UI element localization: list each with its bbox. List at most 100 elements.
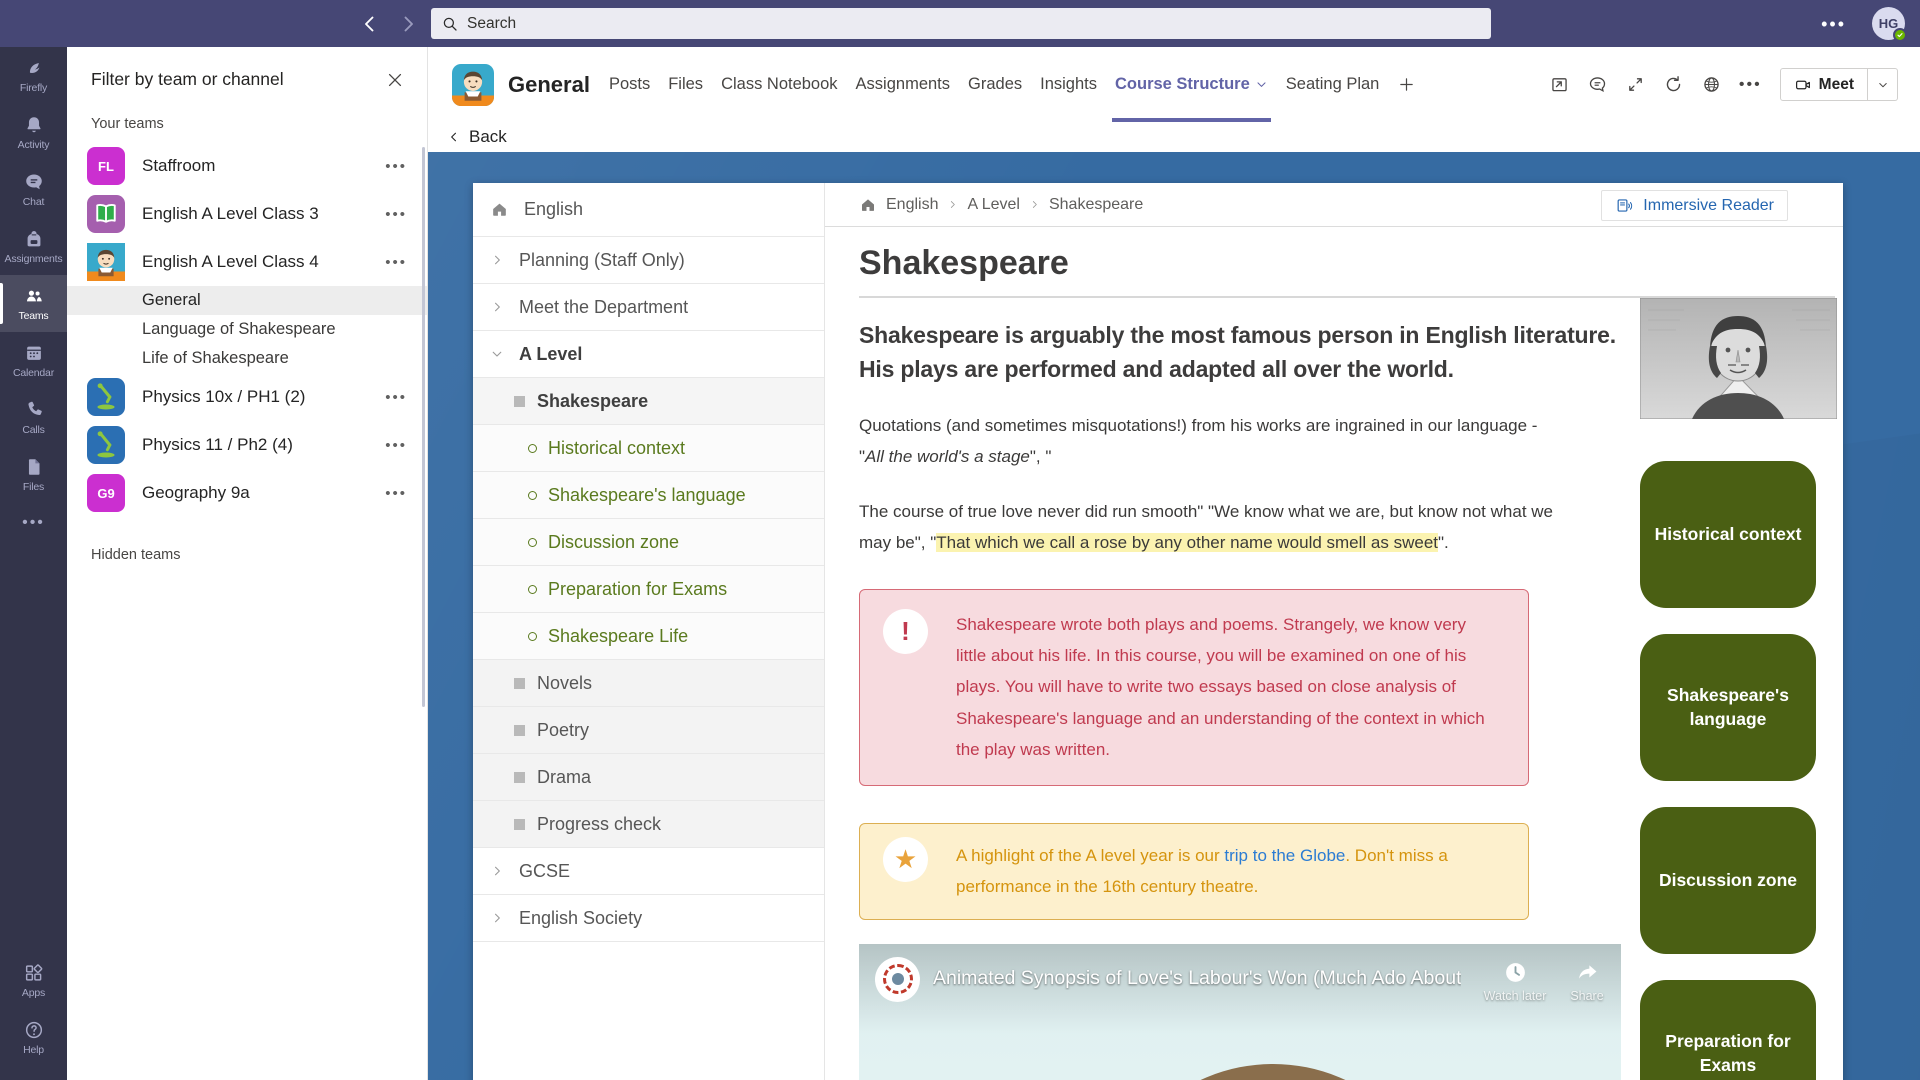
tile-shakespeares-language[interactable]: Shakespeare's language [1640, 634, 1816, 781]
team-row-physics-10x[interactable]: Physics 10x / PH1 (2) ••• [67, 373, 427, 421]
circle-bullet-icon [528, 585, 537, 594]
share-button[interactable]: Share [1547, 960, 1621, 1003]
fullscreen-icon[interactable] [1619, 68, 1653, 102]
meet-button[interactable]: Meet [1780, 68, 1868, 101]
tab-insights[interactable]: Insights [1031, 47, 1106, 122]
chevron-right-icon [490, 864, 504, 878]
globe-trip-note-box: ★ A highlight of the A level year is our… [859, 823, 1529, 920]
conversation-icon[interactable] [1581, 68, 1615, 102]
nav-planning[interactable]: Planning (Staff Only) [473, 237, 824, 284]
sidebar-scrollbar[interactable] [422, 147, 425, 707]
square-bullet-icon [514, 772, 525, 783]
nav-poetry[interactable]: Poetry [473, 707, 824, 754]
tab-grades[interactable]: Grades [959, 47, 1031, 122]
rail-item-calls[interactable]: Calls [0, 389, 67, 446]
team-more-icon[interactable]: ••• [381, 254, 411, 271]
nav-meet-the-department[interactable]: Meet the Department [473, 284, 824, 331]
immersive-reader-button[interactable]: Immersive Reader [1601, 190, 1788, 221]
youtube-video-embed[interactable]: Animated Synopsis of Love's Labour's Won… [859, 944, 1621, 1080]
video-title[interactable]: Animated Synopsis of Love's Labour's Won… [933, 967, 1461, 990]
open-in-window-icon[interactable] [1543, 68, 1577, 102]
team-avatar [87, 243, 125, 281]
breadcrumb-english[interactable]: English [886, 196, 938, 214]
nav-historical-context[interactable]: Historical context [473, 425, 824, 472]
nav-preparation-for-exams[interactable]: Preparation for Exams [473, 566, 824, 613]
sidebar-title: Filter by team or channel [91, 69, 284, 90]
refresh-icon[interactable] [1657, 68, 1691, 102]
add-tab-button[interactable] [1388, 47, 1425, 122]
team-more-icon[interactable]: ••• [381, 158, 411, 175]
meet-options-chevron[interactable] [1868, 68, 1898, 101]
tab-assignments[interactable]: Assignments [847, 47, 959, 122]
team-row-staffroom[interactable]: FL Staffroom ••• [67, 142, 427, 190]
rail-item-help[interactable]: Help [0, 1009, 67, 1066]
tile-historical-context[interactable]: Historical context [1640, 461, 1816, 608]
chevron-down-icon [490, 347, 504, 361]
watch-later-button[interactable]: Watch later [1475, 960, 1555, 1003]
rail-item-chat[interactable]: Chat [0, 161, 67, 218]
rail-item-firefly[interactable]: Firefly [0, 47, 67, 104]
nav-drama[interactable]: Drama [473, 754, 824, 801]
breadcrumb-shakespeare[interactable]: Shakespeare [1049, 196, 1143, 214]
team-row-physics-11[interactable]: Physics 11 / Ph2 (4) ••• [67, 421, 427, 469]
exclamation-icon: ! [883, 609, 928, 654]
tab-posts[interactable]: Posts [600, 47, 659, 122]
channel-row-language-of-shakespeare[interactable]: Language of Shakespeare [67, 315, 427, 344]
rail-item-calendar[interactable]: Calendar [0, 332, 67, 389]
home-icon[interactable] [859, 196, 877, 214]
tab-more-icon[interactable]: ••• [1733, 76, 1768, 94]
nav-shakespeares-language[interactable]: Shakespeare's language [473, 472, 824, 519]
channel-row-general[interactable]: General [67, 286, 427, 315]
team-row-english-3[interactable]: English A Level Class 3 ••• [67, 190, 427, 238]
hidden-teams-label[interactable]: Hidden teams [67, 547, 427, 563]
nav-a-level[interactable]: A Level [473, 331, 824, 378]
team-more-icon[interactable]: ••• [381, 437, 411, 454]
tab-course-structure[interactable]: Course Structure [1106, 47, 1277, 122]
close-icon[interactable] [385, 70, 405, 90]
highlighted-quote: That which we call a rose by any other n… [936, 533, 1438, 552]
back-button[interactable]: Back [447, 127, 507, 147]
topbar-more-icon[interactable]: ••• [1821, 14, 1846, 35]
tab-files[interactable]: Files [659, 47, 712, 122]
exam-alert-box: ! Shakespeare wrote both plays and poems… [859, 589, 1529, 786]
nav-gcse[interactable]: GCSE [473, 848, 824, 895]
video-channel-avatar[interactable] [875, 957, 920, 1002]
rail-item-files[interactable]: Files [0, 446, 67, 503]
history-forward-icon[interactable] [396, 12, 420, 36]
rail-item-apps[interactable]: Apps [0, 952, 67, 1009]
rail-item-assignments[interactable]: Assignments [0, 218, 67, 275]
search-input[interactable] [467, 15, 1481, 33]
profile-avatar[interactable]: HG [1872, 7, 1905, 40]
file-icon [23, 456, 45, 478]
tile-discussion-zone[interactable]: Discussion zone [1640, 807, 1816, 954]
nav-root-english[interactable]: English [473, 183, 824, 237]
website-icon[interactable] [1695, 68, 1729, 102]
rail-item-teams[interactable]: Teams [0, 275, 67, 332]
team-more-icon[interactable]: ••• [381, 389, 411, 406]
tab-seating-plan[interactable]: Seating Plan [1277, 47, 1389, 122]
search-bar[interactable] [431, 8, 1491, 39]
team-more-icon[interactable]: ••• [381, 485, 411, 502]
shakespeare-portrait-image [1640, 298, 1837, 419]
nav-discussion-zone[interactable]: Discussion zone [473, 519, 824, 566]
nav-progress-check[interactable]: Progress check [473, 801, 824, 848]
nav-novels[interactable]: Novels [473, 660, 824, 707]
section-tiles: Historical context Shakespeare's languag… [1640, 461, 1837, 1080]
history-back-icon[interactable] [358, 12, 382, 36]
channel-row-life-of-shakespeare[interactable]: Life of Shakespeare [67, 344, 427, 373]
trip-to-globe-link[interactable]: trip to the Globe [1224, 846, 1345, 865]
rail-item-activity[interactable]: Activity [0, 104, 67, 161]
team-more-icon[interactable]: ••• [381, 206, 411, 223]
nav-english-society[interactable]: English Society [473, 895, 824, 942]
breadcrumb-a-level[interactable]: A Level [967, 196, 1019, 214]
circle-bullet-icon [528, 538, 537, 547]
team-row-geography-9a[interactable]: G9 Geography 9a ••• [67, 469, 427, 517]
tile-preparation-for-exams[interactable]: Preparation for Exams [1640, 980, 1816, 1080]
chevron-right-icon [947, 199, 958, 210]
nav-shakespeare-life[interactable]: Shakespeare Life [473, 613, 824, 660]
rail-more-apps-icon[interactable]: ••• [0, 503, 67, 543]
tab-class-notebook[interactable]: Class Notebook [712, 47, 846, 122]
team-row-english-4[interactable]: English A Level Class 4 ••• [67, 238, 427, 286]
paragraph-quotes: The course of true love never did run sm… [859, 497, 1554, 558]
nav-shakespeare[interactable]: Shakespeare [473, 378, 824, 425]
